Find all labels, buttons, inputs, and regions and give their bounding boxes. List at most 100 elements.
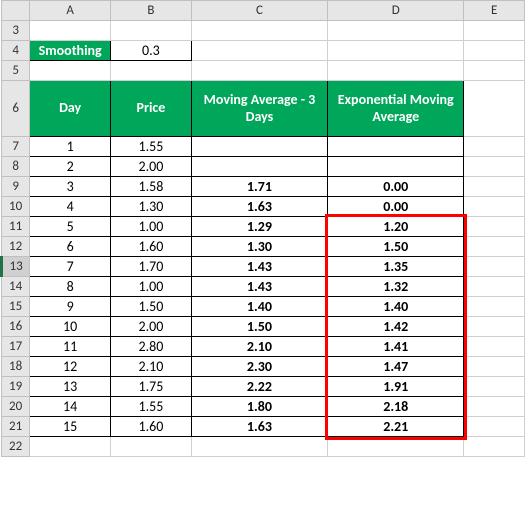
- cell[interactable]: [464, 237, 525, 257]
- cell-ma[interactable]: 2.10: [191, 337, 327, 357]
- cell-price[interactable]: 1.58: [111, 177, 192, 197]
- col-header-E[interactable]: E: [464, 1, 525, 21]
- cell-ema[interactable]: 1.20: [328, 217, 464, 237]
- cell-ma[interactable]: 1.29: [191, 217, 327, 237]
- cell[interactable]: [191, 437, 327, 457]
- row-header[interactable]: 21: [2, 417, 30, 437]
- cell-ema[interactable]: 2.21: [328, 417, 464, 437]
- cell-ema[interactable]: 0.00: [328, 177, 464, 197]
- row-header[interactable]: 20: [2, 397, 30, 417]
- row-header[interactable]: 7: [2, 137, 30, 157]
- cell[interactable]: [464, 217, 525, 237]
- cell[interactable]: [464, 21, 525, 41]
- cell[interactable]: [191, 41, 327, 61]
- cell-price[interactable]: 1.55: [111, 137, 192, 157]
- cell-day[interactable]: 7: [30, 257, 111, 277]
- cell-price[interactable]: 1.30: [111, 197, 192, 217]
- cell-ema[interactable]: 1.35: [328, 257, 464, 277]
- cell[interactable]: [111, 21, 192, 41]
- cell-day[interactable]: 9: [30, 297, 111, 317]
- cell-price[interactable]: 1.60: [111, 417, 192, 437]
- row-header[interactable]: 18: [2, 357, 30, 377]
- cell-day[interactable]: 15: [30, 417, 111, 437]
- cell-day[interactable]: 13: [30, 377, 111, 397]
- cell[interactable]: [464, 137, 525, 157]
- row-header[interactable]: 12: [2, 237, 30, 257]
- cell-ma[interactable]: 2.30: [191, 357, 327, 377]
- row-header[interactable]: 6: [2, 81, 30, 137]
- cell-ema[interactable]: 1.91: [328, 377, 464, 397]
- row-header[interactable]: 15: [2, 297, 30, 317]
- cell[interactable]: [464, 277, 525, 297]
- cell-price[interactable]: 1.60: [111, 237, 192, 257]
- cell-ema[interactable]: 1.47: [328, 357, 464, 377]
- cell[interactable]: [111, 437, 192, 457]
- row-header[interactable]: 19: [2, 377, 30, 397]
- cell-ema[interactable]: [328, 137, 464, 157]
- cell-price[interactable]: 2.80: [111, 337, 192, 357]
- cell-price[interactable]: 2.10: [111, 357, 192, 377]
- cell-ema[interactable]: 0.00: [328, 197, 464, 217]
- cell-day[interactable]: 5: [30, 217, 111, 237]
- row-header[interactable]: 13: [2, 257, 30, 277]
- cell-day[interactable]: 14: [30, 397, 111, 417]
- cell-ema[interactable]: [328, 157, 464, 177]
- cell[interactable]: [464, 437, 525, 457]
- cell-price[interactable]: 1.70: [111, 257, 192, 277]
- cell-day[interactable]: 11: [30, 337, 111, 357]
- cell-ema[interactable]: 1.40: [328, 297, 464, 317]
- cell[interactable]: [464, 337, 525, 357]
- cell-ema[interactable]: 1.32: [328, 277, 464, 297]
- cell-ma[interactable]: 1.43: [191, 277, 327, 297]
- cell[interactable]: [464, 297, 525, 317]
- cell-price[interactable]: 1.00: [111, 217, 192, 237]
- cell[interactable]: [464, 157, 525, 177]
- cell[interactable]: [30, 61, 111, 81]
- col-header-D[interactable]: D: [328, 1, 464, 21]
- cell-ema[interactable]: 1.42: [328, 317, 464, 337]
- cell-ma[interactable]: 2.22: [191, 377, 327, 397]
- cell[interactable]: [328, 21, 464, 41]
- cell-day[interactable]: 2: [30, 157, 111, 177]
- cell[interactable]: [328, 41, 464, 61]
- col-header-B[interactable]: B: [111, 1, 192, 21]
- cell-day[interactable]: 1: [30, 137, 111, 157]
- row-header[interactable]: 8: [2, 157, 30, 177]
- cell-day[interactable]: 4: [30, 197, 111, 217]
- cell-ma[interactable]: 1.71: [191, 177, 327, 197]
- row-header[interactable]: 16: [2, 317, 30, 337]
- cell[interactable]: [464, 377, 525, 397]
- cell-ema[interactable]: 1.41: [328, 337, 464, 357]
- cell-ma[interactable]: 1.80: [191, 397, 327, 417]
- cell-price[interactable]: 1.75: [111, 377, 192, 397]
- cell[interactable]: [328, 61, 464, 81]
- header-ma3[interactable]: Moving Average - 3 Days: [191, 81, 327, 137]
- cell[interactable]: [191, 21, 327, 41]
- header-day[interactable]: Day: [30, 81, 111, 137]
- header-ema[interactable]: Exponential Moving Average: [328, 81, 464, 137]
- cell-ma[interactable]: 1.30: [191, 237, 327, 257]
- cell[interactable]: [464, 397, 525, 417]
- cell[interactable]: [464, 41, 525, 61]
- corner-cell[interactable]: [2, 1, 30, 21]
- cell-price[interactable]: 1.55: [111, 397, 192, 417]
- cell[interactable]: [464, 317, 525, 337]
- cell-ma[interactable]: 1.63: [191, 417, 327, 437]
- col-header-A[interactable]: A: [30, 1, 111, 21]
- row-header[interactable]: 4: [2, 41, 30, 61]
- grid[interactable]: A B C D E 3 4 Smoothing 0.3 5 6 Day Pric…: [0, 0, 525, 457]
- cell-day[interactable]: 8: [30, 277, 111, 297]
- row-header[interactable]: 10: [2, 197, 30, 217]
- row-header[interactable]: 22: [2, 437, 30, 457]
- cell[interactable]: [464, 197, 525, 217]
- cell[interactable]: [464, 417, 525, 437]
- cell-day[interactable]: 3: [30, 177, 111, 197]
- row-header[interactable]: 14: [2, 277, 30, 297]
- col-header-C[interactable]: C: [191, 1, 327, 21]
- cell[interactable]: [464, 357, 525, 377]
- row-header[interactable]: 5: [2, 61, 30, 81]
- cell[interactable]: [30, 437, 111, 457]
- smoothing-label[interactable]: Smoothing: [30, 41, 111, 61]
- cell-ema[interactable]: 1.50: [328, 237, 464, 257]
- cell[interactable]: [328, 437, 464, 457]
